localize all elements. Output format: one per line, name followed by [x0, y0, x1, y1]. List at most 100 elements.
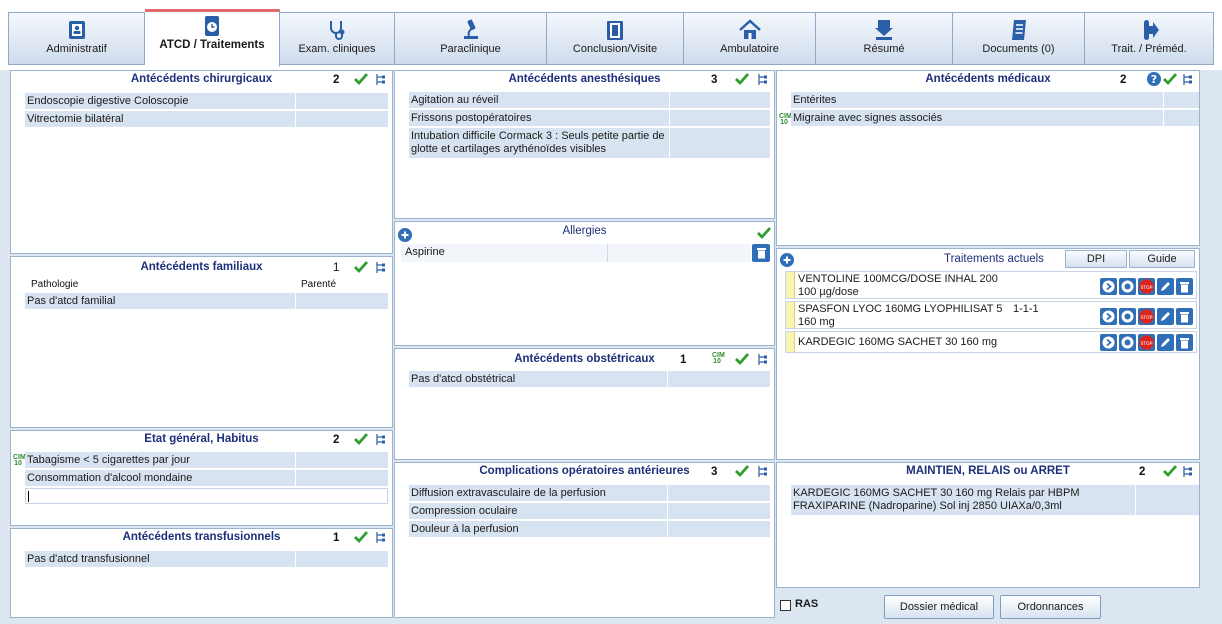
svg-text:?: ? — [1151, 73, 1157, 86]
tab-documents[interactable]: Documents (0) — [953, 13, 1085, 65]
row-marker — [786, 332, 795, 352]
panel-title: Antécédents médicaux — [925, 73, 1051, 85]
stop-button[interactable]: STOP — [1138, 308, 1155, 325]
tree-icon[interactable] — [375, 531, 386, 544]
row-cell — [1163, 92, 1199, 108]
row-label: Frissons postopératoires — [411, 112, 532, 124]
stop-button[interactable]: STOP — [1138, 334, 1155, 351]
list-item[interactable]: Compression oculaire — [409, 503, 770, 519]
tab-administratif[interactable]: Administratif — [8, 13, 145, 65]
list-item[interactable]: Aspirine — [401, 244, 751, 262]
row-divider — [607, 244, 608, 262]
row-cell — [667, 503, 770, 519]
delete-button[interactable] — [1176, 334, 1193, 351]
list-item[interactable]: Frissons postopératoires — [409, 110, 770, 126]
row-label: Diffusion extravasculaire de la perfusio… — [411, 487, 606, 499]
target-button[interactable] — [1119, 278, 1136, 295]
new-entry-input[interactable] — [25, 488, 388, 504]
list-item[interactable]: Endoscopie digestive Coloscopie — [25, 93, 388, 109]
guide-button[interactable]: Guide — [1129, 250, 1195, 268]
stop-icon: STOP — [1139, 335, 1154, 350]
list-item[interactable]: Migraine avec signes associés — [791, 110, 1199, 126]
tree-icon[interactable] — [757, 73, 768, 86]
edit-button[interactable] — [1157, 278, 1174, 295]
list-item[interactable]: KARDEGIC 160MG SACHET 30 160 mg Relais p… — [791, 485, 1199, 515]
row-label: Vitrectomie bilatéral — [27, 113, 124, 125]
check-icon[interactable] — [1163, 464, 1177, 478]
edit-button[interactable] — [1157, 334, 1174, 351]
tree-icon[interactable] — [375, 433, 386, 446]
arrow-button[interactable] — [1100, 334, 1117, 351]
tab-trait-premed[interactable]: Trait. / Préméd. — [1085, 13, 1214, 65]
tree-icon[interactable] — [757, 465, 768, 478]
arrow-button[interactable] — [1100, 278, 1117, 295]
row-cell — [669, 110, 770, 126]
help-icon[interactable]: ? — [1147, 72, 1161, 86]
ras-checkbox[interactable] — [780, 600, 791, 611]
stop-button[interactable]: STOP — [1138, 278, 1155, 295]
target-button[interactable] — [1119, 334, 1136, 351]
list-item[interactable]: Pas d'atcd obstétrical — [409, 371, 770, 387]
cim10-icon[interactable]: CIM 10 — [712, 352, 725, 365]
panel-antecedents-chirurgicaux: Antécédents chirurgicaux 2 Endoscopie di… — [10, 70, 393, 254]
check-icon[interactable] — [354, 260, 368, 274]
row-cell — [667, 371, 770, 387]
tab-paraclinique[interactable]: Paraclinique — [395, 13, 547, 65]
list-item[interactable]: Agitation au réveil — [409, 92, 770, 108]
delete-button[interactable] — [752, 244, 770, 262]
list-item[interactable]: Douleur à la perfusion — [409, 521, 770, 537]
check-icon[interactable] — [354, 432, 368, 446]
list-item[interactable]: Tabagisme < 5 cigarettes par jour — [25, 452, 388, 468]
check-icon[interactable] — [354, 72, 368, 86]
pencil-icon — [1161, 338, 1170, 347]
check-icon[interactable] — [757, 226, 771, 240]
panel-maintien-relais-arret: MAINTIEN, RELAIS ou ARRET 2 KARDEGIC 160… — [776, 462, 1200, 588]
add-icon[interactable] — [780, 253, 794, 267]
check-icon[interactable] — [1163, 72, 1177, 86]
panel-allergies: Allergies Aspirine — [394, 221, 775, 346]
check-icon[interactable] — [735, 464, 749, 478]
list-item[interactable]: Vitrectomie bilatéral — [25, 111, 388, 127]
treatment-dose: 1-1-1 — [1013, 303, 1039, 315]
edit-button[interactable] — [1157, 308, 1174, 325]
target-button[interactable] — [1119, 308, 1136, 325]
stop-icon: STOP — [1139, 309, 1154, 324]
list-item[interactable]: Consommation d'alcool mondaine — [25, 470, 388, 486]
check-icon[interactable] — [735, 72, 749, 86]
list-item[interactable]: Pas d'atcd familial — [25, 293, 388, 309]
check-icon[interactable] — [735, 352, 749, 366]
delete-button[interactable] — [1176, 308, 1193, 325]
tab-atcd-traitements[interactable]: ATCD / Traitements — [145, 9, 280, 67]
treatment-row[interactable]: VENTOLINE 100MCG/DOSE INHAL 200 100 µg/d… — [785, 271, 1197, 299]
row-label: Endoscopie digestive Coloscopie — [27, 95, 189, 107]
list-item[interactable]: Entérites — [791, 92, 1199, 108]
count-badge: 2 — [1120, 74, 1127, 86]
panel-title: Traitements actuels — [944, 253, 1044, 265]
tree-icon[interactable] — [757, 353, 768, 366]
tree-icon[interactable] — [375, 261, 386, 274]
ordonnances-button[interactable]: Ordonnances — [1000, 595, 1101, 619]
arrow-button[interactable] — [1100, 308, 1117, 325]
tab-ambulatoire[interactable]: Ambulatoire — [684, 13, 816, 65]
tree-icon[interactable] — [375, 73, 386, 86]
tab-resume[interactable]: Résumé — [816, 13, 953, 65]
list-item[interactable]: Diffusion extravasculaire de la perfusio… — [409, 485, 770, 501]
tab-exam-cliniques[interactable]: Exam. cliniques — [280, 13, 395, 65]
list-item[interactable]: Intubation difficile Cormack 3 : Seuls p… — [409, 128, 770, 158]
treatment-row[interactable]: SPASFON LYOC 160MG LYOPHILISAT 5 160 mg … — [785, 301, 1197, 329]
tab-conclusion-visite[interactable]: Conclusion/Visite — [547, 13, 684, 65]
tree-icon[interactable] — [1182, 465, 1193, 478]
svg-text:STOP: STOP — [1141, 341, 1153, 347]
dpi-button[interactable]: DPI — [1065, 250, 1127, 268]
panel-traitements-actuels: Traitements actuels DPI Guide VENTOLINE … — [776, 248, 1200, 460]
delete-button[interactable] — [1176, 278, 1193, 295]
column-header: Parenté — [301, 279, 337, 290]
treatment-row[interactable]: KARDEGIC 160MG SACHET 30 160 mg STOP — [785, 331, 1197, 353]
check-icon[interactable] — [354, 530, 368, 544]
list-item[interactable]: Pas d'atcd transfusionnel — [25, 551, 388, 567]
dossier-medical-button[interactable]: Dossier médical — [884, 595, 994, 619]
tree-icon[interactable] — [1182, 73, 1193, 86]
trash-icon — [756, 248, 766, 259]
row-label: Pas d'atcd familial — [27, 295, 116, 307]
row-label: Tabagisme < 5 cigarettes par jour — [27, 454, 190, 466]
